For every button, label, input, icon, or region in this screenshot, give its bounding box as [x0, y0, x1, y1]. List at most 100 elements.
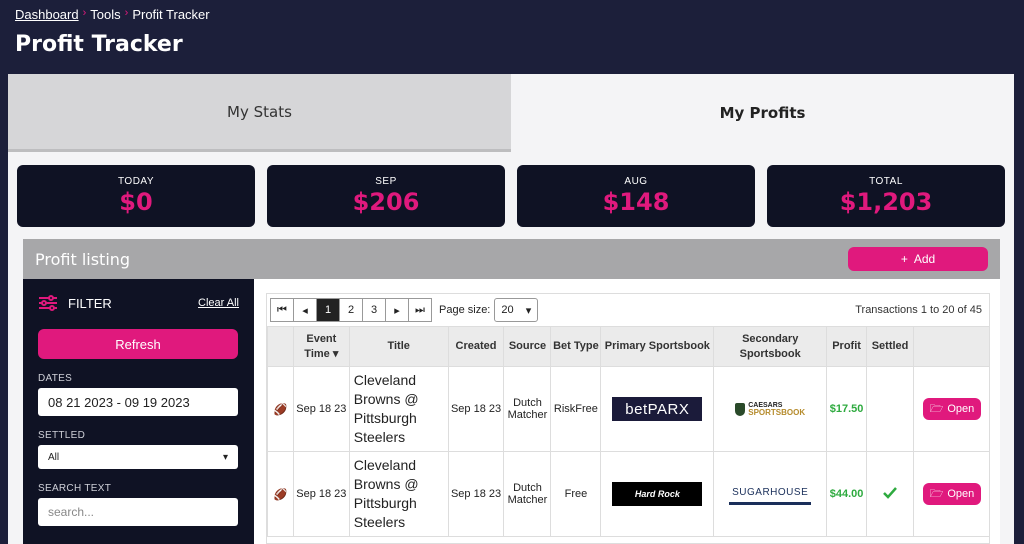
table-row: 🏈 Sep 18 23 Cleveland Browns @ Pittsburg… [267, 451, 989, 537]
caesars-shield-icon [735, 402, 746, 416]
folder-open-icon: 🗁 [929, 402, 944, 415]
listing-title: Profit listing [35, 249, 131, 269]
clear-all-link[interactable]: Clear All [198, 297, 239, 309]
stat-value: $206 [352, 188, 420, 216]
source-cell: Dutch Matcher [503, 451, 552, 537]
table-row: 🏈 Sep 18 23 Cleveland Browns @ Pittsburg… [267, 366, 989, 452]
settled-cell [866, 366, 915, 452]
header-label: Event Time [304, 332, 337, 360]
breadcrumb-separator: › [124, 7, 129, 19]
breadcrumb-tools: Tools [90, 7, 121, 22]
search-text-label: SEARCH TEXT [38, 483, 112, 494]
source-cell: Dutch Matcher [503, 366, 552, 452]
folder-open-icon: 🗁 [929, 487, 944, 500]
created-cell: Sep 18 23 [447, 451, 505, 537]
title-cell: Cleveland Browns @ Pittsburgh Steelers [348, 451, 449, 537]
football-icon: 🏈 [267, 451, 294, 537]
pagination: ⏮ ◂ 1 2 3 ▸ ⏭ Page size: 20 ▾ [270, 298, 539, 322]
betparx-logo: betPARX [612, 397, 703, 421]
column-header-created[interactable]: Created [447, 326, 505, 367]
listing-main: ⏮ ◂ 1 2 3 ▸ ⏭ Page size: 20 ▾ Transactio… [254, 279, 1000, 544]
primary-sportsbook-cell: betPARX [600, 366, 715, 452]
stat-label: SEP [375, 176, 397, 187]
stat-label: TOTAL [869, 176, 903, 187]
title-cell: Cleveland Browns @ Pittsburgh Steelers [348, 366, 449, 452]
search-input[interactable]: search... [38, 498, 238, 526]
hard-rock-logo: Hard Rock [612, 482, 703, 506]
add-button[interactable]: + Add [848, 247, 988, 271]
column-header-actions [913, 326, 989, 367]
transactions-count: Transactions 1 to 20 of 45 [855, 304, 982, 316]
prev-page-icon[interactable]: ◂ [293, 298, 317, 322]
event-time-cell: Sep 18 23 [292, 451, 350, 537]
caesars-wordmark: CAESARS SPORTSBOOK [748, 402, 805, 417]
open-button[interactable]: 🗁 Open [923, 483, 981, 505]
profit-cell: $17.50 [826, 366, 868, 452]
sliders-icon [39, 295, 57, 311]
action-cell: 🗁 Open [913, 451, 989, 537]
stat-value: $0 [119, 188, 153, 216]
breadcrumb: Dashboard › Tools › Profit Tracker [15, 7, 210, 22]
breadcrumb-separator: › [82, 7, 87, 19]
profit-cell: $44.00 [826, 451, 868, 537]
stat-card-aug: AUG $148 [517, 165, 755, 227]
first-page-icon[interactable]: ⏮ [270, 298, 294, 322]
stat-value: $1,203 [839, 188, 933, 216]
transactions-table: Event Time ▾ Title Created Source Bet Ty… [267, 326, 989, 537]
profit-panel: My Stats My Profits TODAY $0 SEP $206 AU… [8, 74, 1014, 544]
action-cell: 🗁 Open [913, 366, 989, 452]
last-page-icon[interactable]: ⏭ [408, 298, 432, 322]
caret-down-icon: ▾ [525, 304, 532, 317]
breadcrumb-dashboard-link[interactable]: Dashboard [15, 7, 79, 22]
column-header-profit[interactable]: Profit [826, 326, 868, 367]
sort-down-icon: ▾ [332, 347, 339, 360]
stat-card-sep: SEP $206 [267, 165, 505, 227]
settled-cell [866, 451, 915, 537]
tab-bar: My Stats My Profits [8, 74, 1014, 152]
tab-my-stats[interactable]: My Stats [8, 74, 511, 152]
event-time-cell: Sep 18 23 [292, 366, 350, 452]
add-button-label: Add [913, 252, 936, 266]
column-header-event-time[interactable]: Event Time ▾ [292, 326, 350, 367]
bet-type-cell: RiskFree [550, 366, 602, 452]
breadcrumb-current: Profit Tracker [132, 7, 210, 22]
column-header-title[interactable]: Title [348, 326, 449, 367]
stat-card-total: TOTAL $1,203 [767, 165, 1005, 227]
caret-down-icon: ▾ [222, 451, 228, 463]
primary-sportsbook-cell: Hard Rock [600, 451, 715, 537]
open-button-label: Open [947, 403, 975, 415]
refresh-button[interactable]: Refresh [38, 329, 238, 359]
stat-value: $148 [602, 188, 670, 216]
column-header-source[interactable]: Source [503, 326, 552, 367]
sport-column-header [267, 326, 294, 367]
checkmark-icon [883, 486, 897, 499]
filter-title: FILTER [68, 295, 112, 311]
dates-label: DATES [38, 373, 73, 384]
plus-icon: + [900, 252, 908, 266]
filter-sidebar: FILTER Clear All Refresh DATES 08 21 202… [23, 279, 254, 544]
secondary-sportsbook-cell: SUGARHOUSE [713, 451, 828, 537]
page-title: Profit Tracker [15, 32, 183, 57]
open-button-label: Open [947, 488, 975, 500]
settled-select[interactable]: All ▾ [38, 445, 238, 469]
caesars-bottom: SPORTSBOOK [748, 407, 806, 417]
stat-card-today: TODAY $0 [17, 165, 255, 227]
next-page-icon[interactable]: ▸ [385, 298, 409, 322]
page-button-2[interactable]: 2 [339, 298, 363, 322]
column-header-secondary-sportsbook[interactable]: Secondary Sportsbook [713, 326, 828, 367]
column-header-settled[interactable]: Settled [866, 326, 915, 367]
secondary-sportsbook-cell: CAESARS SPORTSBOOK [713, 366, 828, 452]
tab-my-profits[interactable]: My Profits [511, 74, 1014, 152]
filter-header: FILTER Clear All [38, 291, 239, 315]
settled-value: All [48, 451, 60, 463]
date-range-input[interactable]: 08 21 2023 - 09 19 2023 [38, 388, 238, 416]
page-size-select[interactable]: 20 ▾ [494, 298, 539, 322]
page-size-value: 20 [501, 304, 514, 316]
open-button[interactable]: 🗁 Open [923, 398, 981, 420]
page-button-3[interactable]: 3 [362, 298, 386, 322]
page-button-1[interactable]: 1 [316, 298, 340, 322]
profit-listing-header: Profit listing + Add [23, 239, 1000, 279]
transactions-table-box: ⏮ ◂ 1 2 3 ▸ ⏭ Page size: 20 ▾ Transactio… [266, 293, 990, 544]
column-header-bet-type[interactable]: Bet Type [550, 326, 602, 367]
column-header-primary-sportsbook[interactable]: Primary Sportsbook [600, 326, 715, 367]
